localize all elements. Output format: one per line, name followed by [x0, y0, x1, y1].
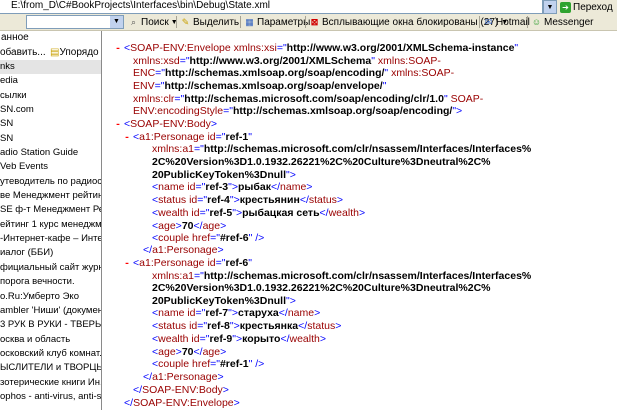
- xml-line: xmlns:a1="http://schemas.microsoft.com/c…: [152, 143, 532, 155]
- xml-document-view: - <SOAP-ENV:Envelope xmlns:xsi="http://ww…: [103, 31, 617, 410]
- favorite-item[interactable]: порога вечности.: [0, 275, 101, 289]
- favorite-item[interactable]: adio Station Guide: [0, 146, 101, 160]
- favorites-sidebar: анное обавить... ▤Упорядо nks edia сылки…: [0, 31, 102, 410]
- popup-blocker-label: Всплывающие окна блокированы (27): [322, 16, 499, 28]
- xml-line: <status id="ref-8">крестьянка</status>: [152, 320, 342, 332]
- organize-favorites-button[interactable]: ▤Упорядо: [50, 45, 99, 60]
- xml-line: <couple href="#ref-6" />: [152, 232, 265, 244]
- organize-label: Упорядо: [59, 47, 99, 58]
- favorite-item[interactable]: ейтинг 1 курс менеджм...: [0, 218, 101, 232]
- xml-line: - <SOAP-ENV:Body>: [115, 118, 218, 132]
- xml-line: xmlns:clr="http://schemas.microsoft.com/…: [133, 93, 484, 105]
- address-url: E:\from_D\C#BookProjects\Interfaces\bin\…: [11, 0, 271, 11]
- xml-line: 2C%20Version%3D1.0.1932.26221%2C%20Cultu…: [152, 282, 491, 294]
- toolbar-separator: [527, 16, 528, 28]
- xml-line: 2C%20Version%3D1.0.1932.26221%2C%20Cultu…: [152, 156, 491, 168]
- sidebar-header: анное: [1, 32, 29, 43]
- favorite-item[interactable]: осковский клуб комнат...: [0, 347, 101, 361]
- messenger-button[interactable]: ☺ Messenger: [531, 15, 594, 29]
- go-arrow-icon: ➔: [560, 1, 571, 13]
- xml-line: - <SOAP-ENV:Envelope xmlns:xsi="http://ww…: [115, 42, 519, 56]
- xml-line: 20PublicKeyToken%3Dnull">: [152, 295, 296, 307]
- search-toolbar: ▼ ⌕ Поиск ▼ ✎ Выделить ▦ Параметры ⊠ Всп…: [0, 14, 617, 31]
- toolbar-separator: [305, 16, 306, 28]
- favorite-item[interactable]: ambler 'Ниши' (докумен...: [0, 304, 101, 318]
- favorite-item[interactable]: Veb Events: [0, 160, 101, 174]
- favorite-item[interactable]: осква и область: [0, 333, 101, 347]
- favorite-item[interactable]: зотерические книги Ин...: [0, 376, 101, 390]
- hotmail-button[interactable]: ✉ Hotmail: [483, 15, 530, 29]
- favorite-item[interactable]: сылки: [0, 89, 101, 103]
- address-input[interactable]: E:\from_D\C#BookProjects\Interfaces\bin\…: [0, 0, 543, 14]
- favorite-item[interactable]: SN: [0, 117, 101, 131]
- messenger-icon: ☺: [531, 16, 542, 27]
- collapse-toggle[interactable]: -: [124, 133, 133, 145]
- xml-line: <age>70</age>: [152, 346, 227, 358]
- favorite-item[interactable]: edia: [0, 74, 101, 88]
- favorite-item[interactable]: ЫСЛИТЕЛИ и ТВОРЦЫ Г...: [0, 361, 101, 375]
- favorite-item[interactable]: nks: [0, 60, 101, 75]
- collapse-toggle[interactable]: -: [124, 259, 133, 271]
- address-dropdown-button[interactable]: ▼: [543, 0, 557, 14]
- xml-line: ENV="http://schemas.xmlsoap.org/soap/env…: [133, 80, 387, 92]
- search-icon: ⌕: [130, 16, 137, 27]
- xml-line: </SOAP-ENV:Envelope>: [124, 397, 240, 409]
- params-label: Параметры: [257, 16, 311, 28]
- favorite-item[interactable]: o.Ru:Умберто Эко: [0, 290, 101, 304]
- xml-line: </SOAP-ENV:Body>: [133, 384, 229, 396]
- settings-icon: ▦: [245, 16, 254, 27]
- favorite-item[interactable]: SN: [0, 132, 101, 146]
- collapse-toggle[interactable]: -: [115, 44, 124, 56]
- search-label: Поиск: [141, 16, 169, 28]
- chevron-down-icon[interactable]: ▼: [110, 16, 123, 28]
- xml-line: <wealth id="ref-5">рыбацкая сеть</wealth…: [152, 207, 366, 219]
- favorite-item[interactable]: фициальный сайт журн...: [0, 261, 101, 275]
- toolbar-search-combo[interactable]: ▼: [26, 15, 124, 29]
- mail-icon: ✉: [484, 16, 493, 27]
- address-bar: E:\from_D\C#BookProjects\Interfaces\bin\…: [0, 0, 617, 14]
- favorite-item[interactable]: 3 РУК В РУКИ - ТВЕРЬ - ...: [0, 318, 101, 332]
- favorite-item[interactable]: SN.com: [0, 103, 101, 117]
- xml-line: </a1:Personage>: [143, 244, 224, 256]
- xml-line: <name id="ref-7">старуха</name>: [152, 307, 321, 319]
- go-button[interactable]: ➔ Переход: [560, 0, 613, 14]
- search-button[interactable]: ⌕ Поиск ▼: [128, 15, 178, 29]
- favorite-item[interactable]: утеводитель по радиос...: [0, 175, 101, 189]
- hotmail-label: Hotmail: [496, 16, 530, 28]
- xml-line: <wealth id="ref-9">корыто</wealth>: [152, 333, 326, 345]
- toolbar-separator: [240, 16, 241, 28]
- chevron-down-icon: ▼: [546, 3, 554, 11]
- messenger-label: Messenger: [544, 16, 594, 28]
- popup-blocked-icon: ⊠: [310, 16, 319, 27]
- favorite-item[interactable]: SE ф-т Менеджмент Рей...: [0, 203, 101, 217]
- xml-line: <couple href="#ref-1" />: [152, 358, 265, 370]
- params-button[interactable]: ▦ Параметры: [244, 15, 310, 29]
- toolbar-separator: [479, 16, 480, 28]
- collapse-toggle[interactable]: -: [115, 120, 124, 132]
- xml-line: </a1:Personage>: [143, 371, 224, 383]
- go-label: Переход: [573, 1, 613, 13]
- xml-line: 20PublicKeyToken%3Dnull">: [152, 169, 296, 181]
- xml-line: <status id="ref-4">крестьянин</status>: [152, 194, 344, 206]
- xml-line: xmlns:a1="http://schemas.microsoft.com/c…: [152, 270, 532, 282]
- favorites-list: nks edia сылки SN.com SN SN adio Station…: [0, 60, 101, 404]
- xml-line: <name id="ref-3">рыбак</name>: [152, 181, 313, 193]
- xml-line: xmlns:xsd="http://www.w3.org/2001/XMLSch…: [133, 55, 441, 67]
- favorite-item[interactable]: ophos - anti-virus, anti-sp...: [0, 390, 101, 404]
- sidebar-tools: обавить... ▤Упорядо: [0, 45, 101, 60]
- favorite-item[interactable]: ве Менеджмент рейтинг: [0, 189, 101, 203]
- add-favorite-button[interactable]: обавить...: [0, 45, 46, 60]
- highlight-label: Выделить: [193, 16, 240, 28]
- favorite-item[interactable]: -Интернет-кафе – Интерне...: [0, 232, 101, 246]
- highlight-icon: ✎: [181, 16, 190, 27]
- xml-line: ENV:encodingStyle="http://schemas.xmlsoa…: [133, 105, 463, 117]
- highlight-button[interactable]: ✎ Выделить: [180, 15, 239, 29]
- xml-line: ENC="http://schemas.xmlsoap.org/soap/enc…: [133, 67, 455, 79]
- toolbar-separator: [176, 16, 177, 28]
- xml-line: - <a1:Personage id="ref-6": [124, 257, 252, 271]
- favorite-item[interactable]: иалог (ББИ): [0, 246, 101, 260]
- xml-line: <age>70</age>: [152, 220, 227, 232]
